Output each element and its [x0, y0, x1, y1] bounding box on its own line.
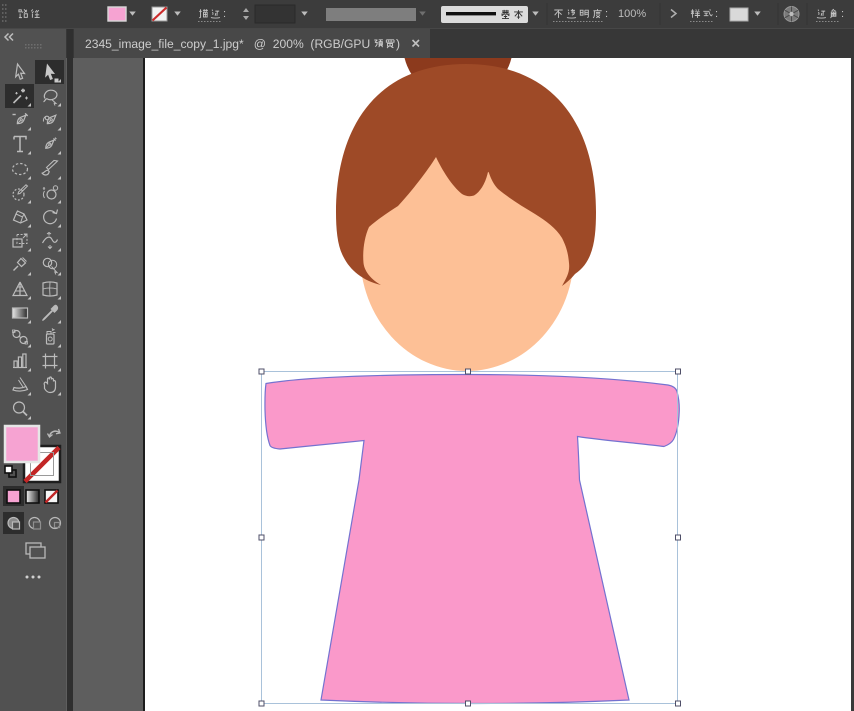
svg-text::: : [841, 8, 844, 20]
svg-text::: : [715, 8, 718, 20]
svg-text::: : [223, 8, 226, 20]
svg-text:): ) [396, 37, 400, 51]
svg-text::: : [605, 8, 608, 20]
svg-text:2345_image_file_copy_1.jpg*: 2345_image_file_copy_1.jpg* @ 200% (RGB/… [85, 37, 370, 51]
svg-text:100%: 100% [618, 8, 646, 20]
